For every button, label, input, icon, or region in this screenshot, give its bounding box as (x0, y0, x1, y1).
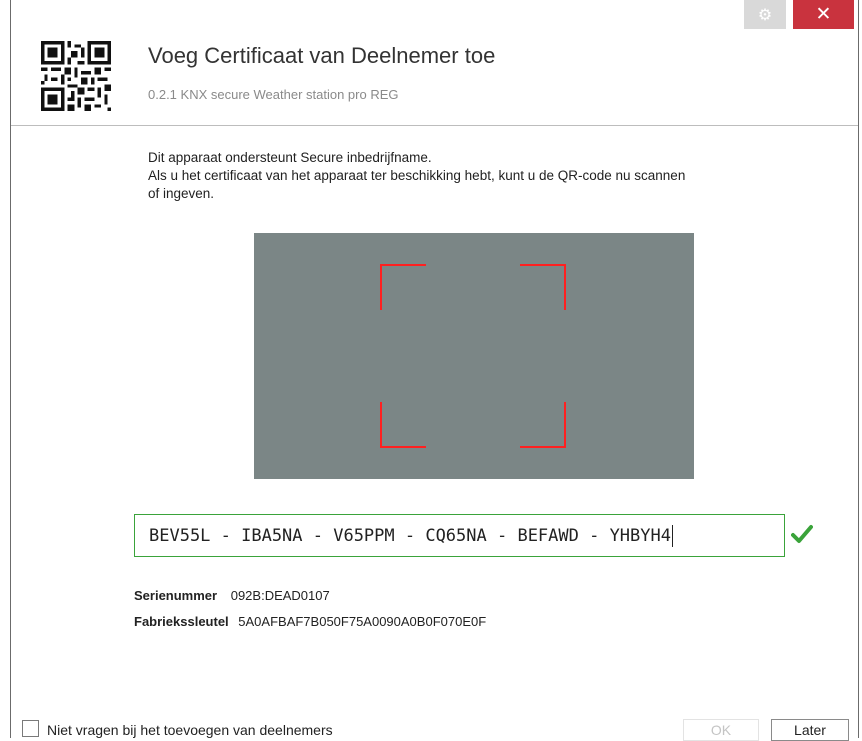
factory-key-row: Fabriekssleutel 5A0AFBAF7B050F75A0090A0B… (134, 614, 486, 629)
description-line: Als u het certificaat van het apparaat t… (148, 168, 686, 183)
serial-number-row: Serienummer 092B:DEAD0107 (134, 588, 330, 603)
dialog-footer: Niet vragen bij het toevoegen van deelne… (11, 710, 858, 741)
scan-corner-bottom-right (520, 402, 566, 448)
description-line: of ingeven. (148, 186, 215, 201)
factory-key-label: Fabriekssleutel (134, 614, 229, 629)
scan-corner-bottom-left (380, 402, 426, 448)
scan-corner-top-right (520, 264, 566, 310)
certificate-key-value: BEV55L - IBA5NA - V65PPM - CQ65NA - BEFA… (149, 525, 671, 546)
header-divider (11, 125, 858, 126)
device-subtitle: 0.2.1 KNX secure Weather station pro REG (148, 87, 399, 102)
dialog-title: Voeg Certificaat van Deelnemer toe (148, 43, 496, 68)
description-text: Dit apparaat ondersteunt Secure inbedrij… (148, 149, 838, 203)
dont-ask-checkbox-label[interactable]: Niet vragen bij het toevoegen van deelne… (47, 722, 333, 738)
text-caret (671, 524, 673, 547)
dialog-window: ⚙ ✕ Voeg Certificaat van Deelnemer toe 0… (10, 0, 859, 741)
serial-number-label: Serienummer (134, 588, 218, 603)
checkmark-icon (791, 524, 813, 549)
dont-ask-checkbox[interactable] (22, 720, 39, 737)
factory-key-value: 5A0AFBAF7B050F75A0090A0B0F070E0F (238, 614, 487, 629)
serial-number-value: 092B:DEAD0107 (230, 588, 330, 603)
gear-icon: ⚙ (757, 6, 773, 24)
scan-corner-top-left (380, 264, 426, 310)
settings-button[interactable]: ⚙ (744, 0, 786, 29)
qr-code-icon (41, 41, 111, 116)
certificate-key-input[interactable]: BEV55L - IBA5NA - V65PPM - CQ65NA - BEFA… (134, 514, 785, 557)
description-line: Dit apparaat ondersteunt Secure inbedrij… (148, 150, 432, 165)
close-button[interactable]: ✕ (793, 0, 854, 29)
close-icon: ✕ (815, 4, 832, 25)
qr-scanner-viewport[interactable] (254, 233, 694, 479)
